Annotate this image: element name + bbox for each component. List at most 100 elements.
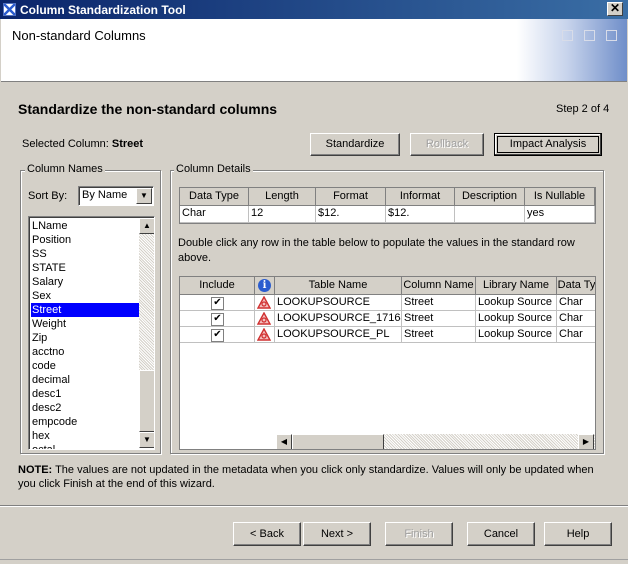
dropdown-arrow-icon[interactable]: ▼ <box>136 188 152 204</box>
table-cell[interactable]: $12. <box>316 206 386 223</box>
header-decoration-square <box>562 30 573 41</box>
table-cell[interactable] <box>455 206 525 223</box>
table-cell[interactable]: $12. <box>386 206 455 223</box>
grid-column-header[interactable]: Table Name <box>275 277 402 295</box>
table-row-cell[interactable]: Char <box>557 311 595 327</box>
selected-column: Selected Column: Street <box>22 138 143 150</box>
info-icon: i <box>258 279 271 292</box>
list-item[interactable]: SS <box>31 247 139 261</box>
list-scroll-thumb[interactable] <box>139 370 154 432</box>
standard-row-table[interactable]: Data Type Char Length 12 Format $12. Informat $… <box>179 187 596 224</box>
grid-column-header-label: Table Name <box>308 279 368 291</box>
table-row-cell[interactable]: Lookup Source <box>476 295 557 311</box>
grid-column-header[interactable]: Column Name <box>402 277 476 295</box>
grid-scroll-thumb[interactable] <box>292 434 384 449</box>
table-row-cell[interactable]: LOOKUPSOURCE_17164 <box>275 311 402 327</box>
status-bar <box>0 559 628 564</box>
table-row-cell[interactable]: ✔ <box>180 295 255 311</box>
column-header[interactable]: Informat <box>386 188 455 206</box>
cancel-button[interactable]: Cancel <box>467 522 535 546</box>
scroll-right-icon[interactable]: ▶ <box>578 434 594 449</box>
close-button[interactable]: ✕ <box>607 2 623 16</box>
list-item[interactable]: STATE <box>31 261 139 275</box>
table-row-cell[interactable]: Char <box>557 295 595 311</box>
table-cell[interactable]: Char <box>180 206 249 223</box>
grid-column-header[interactable]: Data Ty <box>557 277 595 295</box>
list-item[interactable]: Street <box>31 303 139 317</box>
details-instruction: Double click any row in the table below … <box>178 237 575 264</box>
selected-column-label: Selected Column: <box>22 138 109 150</box>
header-decoration-square <box>606 30 617 41</box>
table-row-cell[interactable]: ✔ <box>180 327 255 343</box>
help-button[interactable]: Help <box>544 522 612 546</box>
list-item[interactable]: hex <box>31 429 139 443</box>
grid-column-header[interactable]: Include <box>180 277 255 295</box>
warning-icon <box>257 296 271 309</box>
check-icon: ✔ <box>213 313 222 324</box>
sort-by-value: By Name <box>82 189 128 201</box>
table-cell[interactable]: yes <box>525 206 595 223</box>
include-checkbox[interactable]: ✔ <box>211 329 224 342</box>
table-row-cell[interactable] <box>255 327 275 343</box>
table-row-cell[interactable]: LOOKUPSOURCE_PL <box>275 327 402 343</box>
app-icon <box>3 3 16 16</box>
include-checkbox[interactable]: ✔ <box>211 297 224 310</box>
table-row-cell[interactable]: Street <box>402 327 476 343</box>
sort-by-select[interactable]: By Name ▼ <box>78 186 154 206</box>
table-row-cell[interactable]: LOOKUPSOURCE <box>275 295 402 311</box>
tables-grid[interactable]: ◀ ▶ Include i Table Name Column Name Library… <box>179 276 596 450</box>
table-row-cell[interactable]: Street <box>402 311 476 327</box>
scroll-down-icon[interactable]: ▼ <box>139 432 154 448</box>
table-row-cell[interactable]: Char <box>557 327 595 343</box>
rollback-button[interactable]: Rollback <box>410 133 484 156</box>
table-row-cell[interactable]: Street <box>402 295 476 311</box>
list-item[interactable]: desc2 <box>31 401 139 415</box>
include-checkbox[interactable]: ✔ <box>211 313 224 326</box>
next-button-label: Next > <box>320 528 354 540</box>
list-scrollbar[interactable]: ▲ ▼ <box>139 218 154 448</box>
list-item[interactable]: empcode <box>31 415 139 429</box>
list-item[interactable]: Zip <box>31 331 139 345</box>
list-item[interactable]: Sex <box>31 289 139 303</box>
back-button[interactable]: < Back <box>233 522 301 546</box>
table-row-cell[interactable]: ✔ <box>180 311 255 327</box>
list-item[interactable]: octal <box>31 443 139 449</box>
list-item[interactable]: code <box>31 359 139 373</box>
table-cell[interactable]: 12 <box>249 206 316 223</box>
table-row-cell[interactable]: Lookup Source <box>476 327 557 343</box>
note-text: NOTE: The values are not updated in the … <box>18 463 610 491</box>
standardize-button[interactable]: Standardize <box>310 133 400 156</box>
list-item[interactable]: Salary <box>31 275 139 289</box>
list-item[interactable]: desc1 <box>31 387 139 401</box>
column-header[interactable]: Data Type <box>180 188 249 206</box>
grid-column-header[interactable]: i <box>255 277 275 295</box>
next-button[interactable]: Next > <box>303 522 371 546</box>
header-decoration <box>517 19 627 81</box>
header-decoration-square <box>584 30 595 41</box>
grid-column-header[interactable]: Library Name <box>476 277 557 295</box>
standardize-button-label: Standardize <box>325 138 385 150</box>
impact-analysis-button[interactable]: Impact Analysis <box>494 133 602 156</box>
list-item[interactable]: decimal <box>31 373 139 387</box>
column-header[interactable]: Length <box>249 188 316 206</box>
step-title: Standardize the non-standard columns <box>18 101 278 117</box>
column-header[interactable]: Description <box>455 188 525 206</box>
table-row-cell[interactable] <box>255 295 275 311</box>
column-names-list[interactable]: LName Position SS STATE Salary Sex Street Weigh… <box>28 216 155 450</box>
finish-button[interactable]: Finish <box>385 522 453 546</box>
list-item[interactable]: acctno <box>31 345 139 359</box>
table-row-cell[interactable] <box>255 311 275 327</box>
table-row-cell[interactable]: Lookup Source <box>476 311 557 327</box>
scroll-left-icon[interactable]: ◀ <box>276 434 292 449</box>
scroll-up-icon[interactable]: ▲ <box>139 218 154 234</box>
column-header[interactable]: Is Nullable <box>525 188 595 206</box>
grid-scrollbar[interactable]: ◀ ▶ <box>276 434 595 449</box>
list-item[interactable]: Weight <box>31 317 139 331</box>
help-button-label: Help <box>566 528 590 540</box>
list-item[interactable]: Position <box>31 233 139 247</box>
column-header[interactable]: Format <box>316 188 386 206</box>
note-label: NOTE: <box>18 464 53 476</box>
list-item[interactable]: LName <box>31 219 139 233</box>
grid-column-header-label: Include <box>199 279 235 291</box>
close-icon: ✕ <box>609 1 621 15</box>
